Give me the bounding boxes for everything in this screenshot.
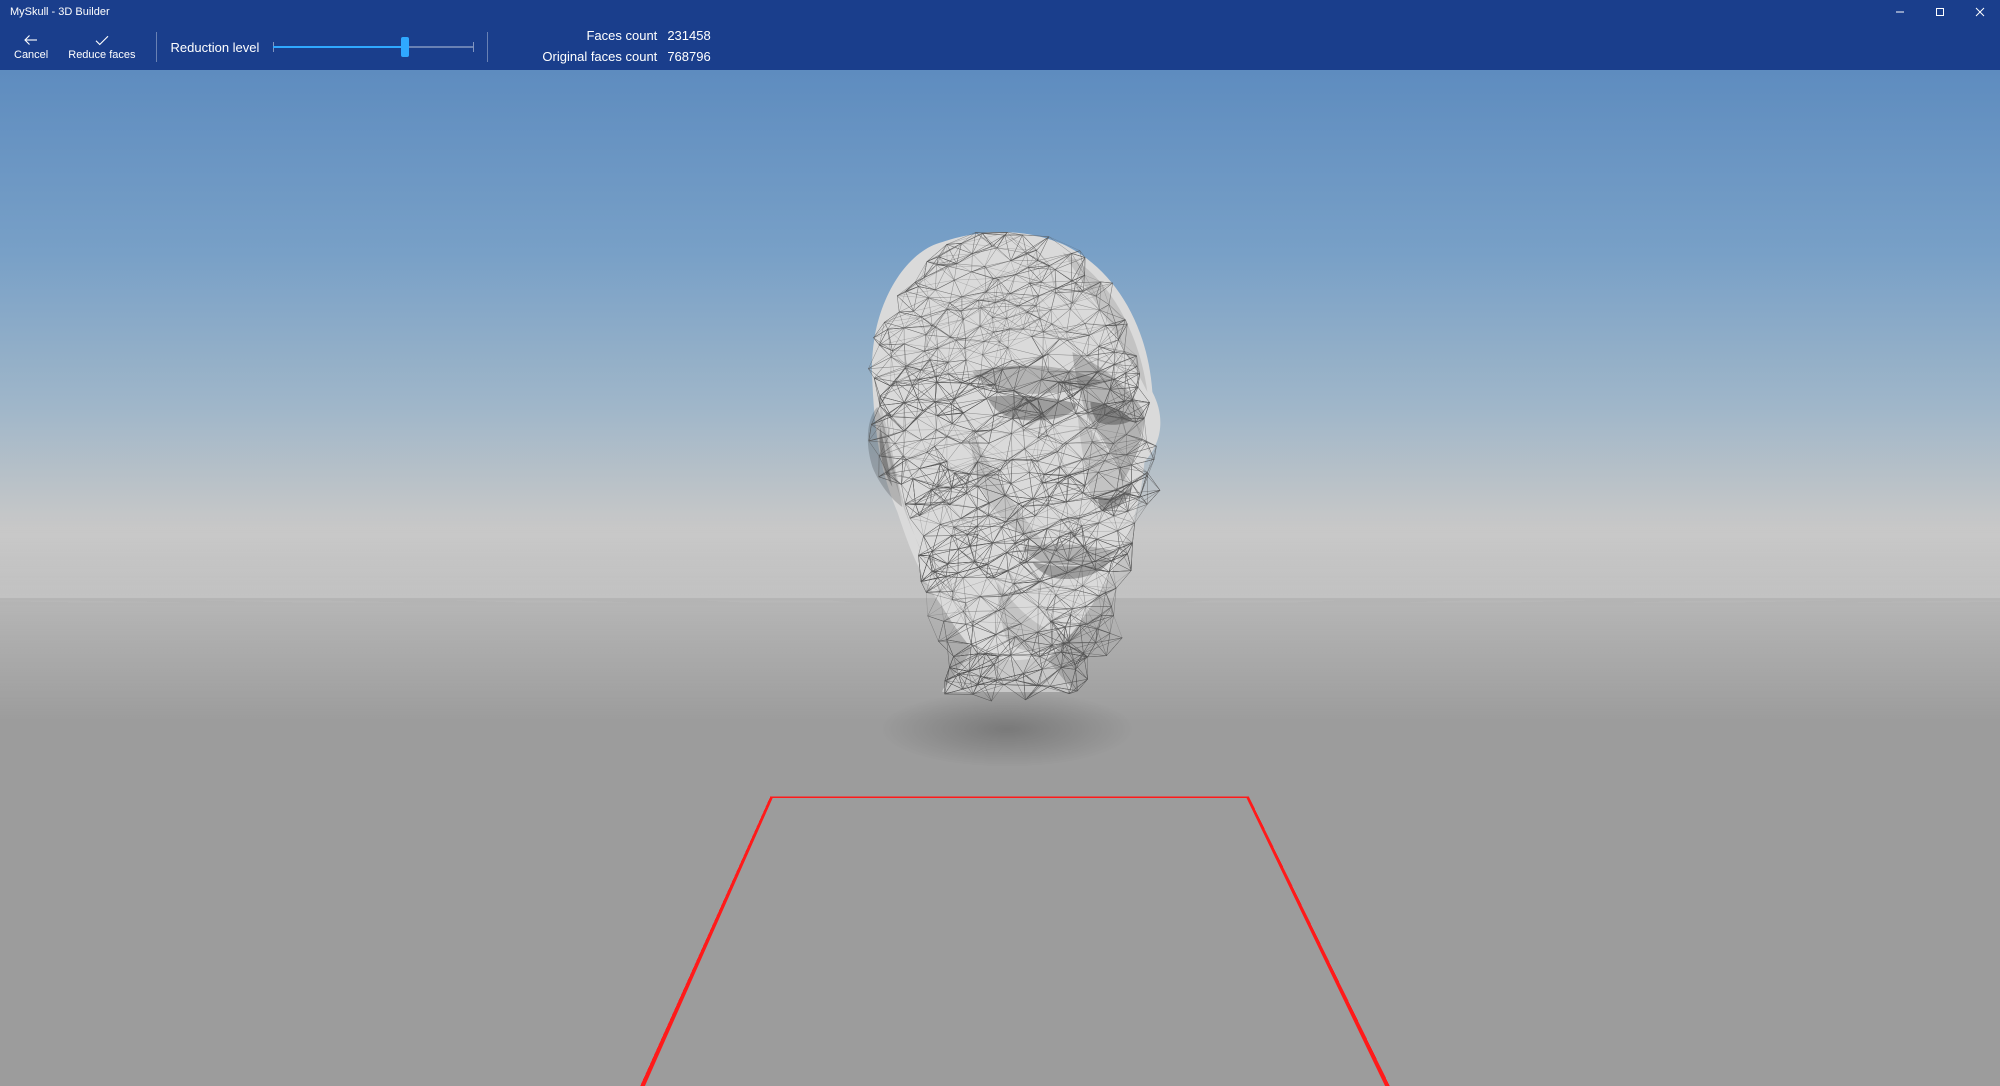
- toolbar: Cancel Reduce faces Reduction level Face…: [0, 24, 2000, 70]
- window-title: MySkull - 3D Builder: [10, 6, 1880, 18]
- close-button[interactable]: [1960, 0, 2000, 24]
- original-faces-value: 768796: [667, 47, 710, 68]
- viewport-3d[interactable]: [0, 70, 2000, 1086]
- faces-count-label: Faces count: [586, 26, 657, 47]
- reduce-faces-button[interactable]: Reduce faces: [62, 31, 141, 63]
- face-stats: Faces count 231458 Original faces count …: [542, 26, 710, 68]
- reduction-level-label: Reduction level: [171, 40, 260, 55]
- toolbar-divider: [487, 32, 488, 62]
- cancel-button[interactable]: Cancel: [8, 31, 54, 63]
- faces-count-value: 231458: [667, 26, 710, 47]
- original-faces-label: Original faces count: [542, 47, 657, 68]
- minimize-button[interactable]: [1880, 0, 1920, 24]
- cancel-label: Cancel: [14, 49, 48, 61]
- slider-thumb[interactable]: [401, 37, 409, 57]
- window-controls: [1880, 0, 2000, 24]
- maximize-button[interactable]: [1920, 0, 1960, 24]
- titlebar: MySkull - 3D Builder: [0, 0, 2000, 24]
- toolbar-divider: [156, 32, 157, 62]
- checkmark-icon: [93, 33, 111, 47]
- model-mesh[interactable]: [822, 212, 1192, 702]
- reduction-level-slider[interactable]: [273, 46, 473, 48]
- reduce-faces-label: Reduce faces: [68, 49, 135, 61]
- back-arrow-icon: [22, 33, 40, 47]
